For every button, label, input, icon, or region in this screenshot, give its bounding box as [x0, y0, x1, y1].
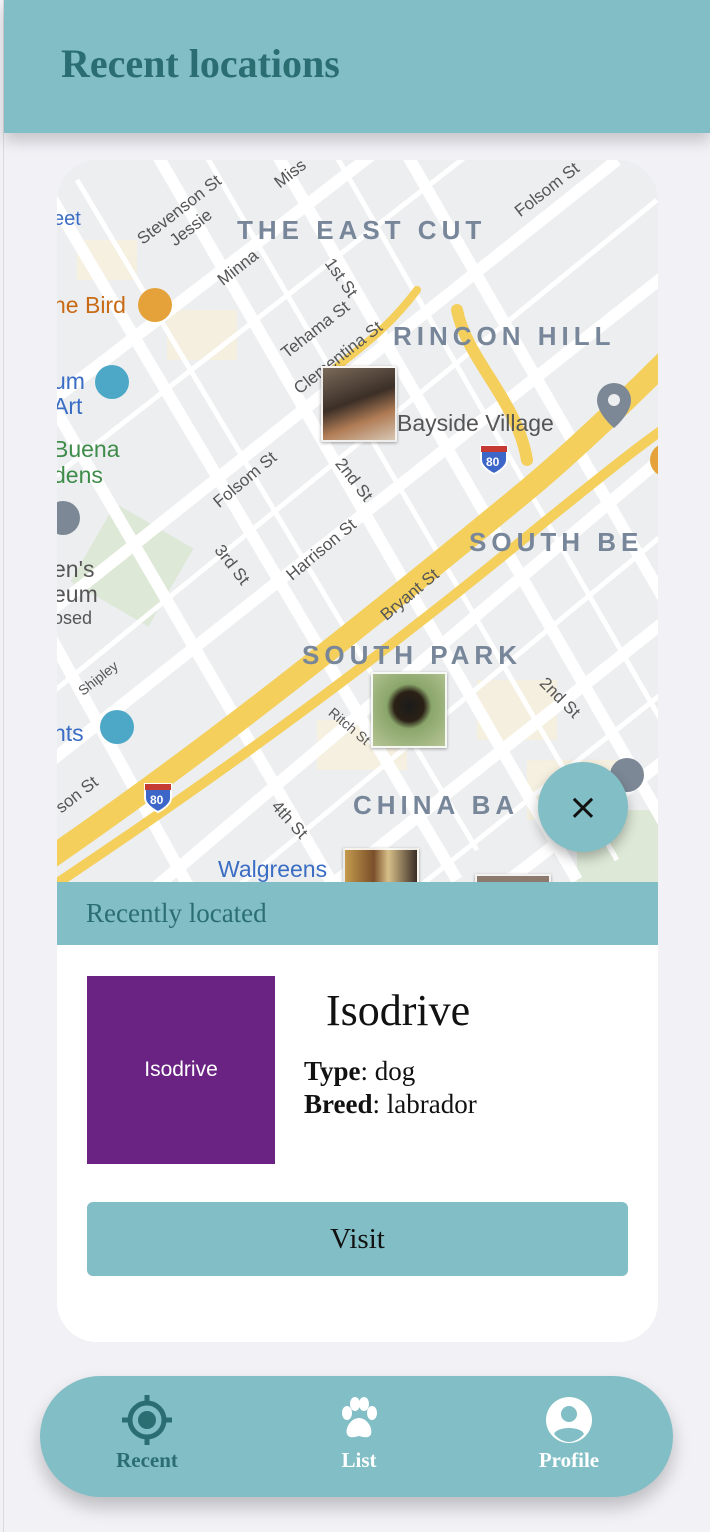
poi-label: dens — [57, 462, 103, 488]
nav-label: List — [341, 1448, 377, 1472]
pet-type-line: Type: dog — [304, 1056, 415, 1087]
poi-label: Walgreens — [218, 856, 328, 882]
pet-type-label: Type — [304, 1056, 361, 1086]
poi-label: um — [57, 368, 85, 394]
highway-shield-label: 80 — [486, 455, 500, 469]
pet-location-marker[interactable] — [475, 874, 551, 882]
pet-thumbnail-text: Isodrive — [144, 1058, 218, 1081]
nav-item-recent[interactable]: Recent — [77, 1394, 217, 1484]
pet-breed-line: Breed: labrador — [304, 1089, 477, 1120]
poi-label: osed — [57, 608, 93, 628]
nav-label: Recent — [116, 1448, 178, 1472]
account-circle-icon — [546, 1397, 592, 1443]
district-label: RINCON HILL — [393, 321, 616, 351]
crosshair-icon — [122, 1395, 172, 1445]
district-label: THE EAST CUT — [237, 215, 487, 245]
map-card: 80 80 THE EAST CUT RINCON HILL SOUTH BE … — [57, 160, 658, 1342]
pet-breed-label: Breed — [304, 1089, 373, 1119]
nav-label: Profile — [538, 1448, 600, 1472]
app-header: Recent locations — [4, 0, 710, 133]
district-label: SOUTH PARK — [302, 640, 522, 670]
left-edge-rule — [3, 0, 4, 1532]
sheet-header-label: Recently located — [86, 898, 267, 928]
poi-label: en's — [57, 556, 95, 582]
visit-button[interactable]: Visit — [87, 1202, 628, 1276]
pet-location-marker[interactable] — [343, 848, 419, 882]
poi-label: Art — [57, 393, 83, 419]
close-icon: × — [567, 786, 599, 828]
poi-label: Buena — [57, 436, 120, 462]
poi-label: eum — [57, 581, 98, 607]
pet-thumbnail: Isodrive — [87, 976, 275, 1164]
district-label: SOUTH BE — [469, 527, 644, 557]
poi-label: he Bird — [57, 292, 126, 318]
district-label: CHINA BA — [353, 790, 520, 820]
paw-icon — [342, 1397, 377, 1438]
nav-item-list[interactable]: List — [289, 1394, 429, 1484]
pet-type-value: : dog — [360, 1056, 416, 1086]
pet-location-marker[interactable] — [371, 672, 447, 748]
poi-label: eet — [57, 208, 81, 230]
pet-location-marker[interactable] — [321, 366, 397, 442]
poi-label: Bayside Village — [397, 410, 554, 436]
svg-text:80: 80 — [150, 793, 164, 807]
close-button[interactable]: × — [538, 762, 628, 852]
bottom-nav: Recent List Profile — [40, 1376, 673, 1497]
pet-detail-card: Isodrive Isodrive Type: dog Breed: labra… — [57, 945, 658, 1342]
page-title: Recent locations — [61, 41, 340, 86]
pet-breed-value: : labrador — [372, 1089, 477, 1119]
sheet-header: Recently located — [57, 882, 658, 945]
poi-label: nts — [57, 720, 84, 746]
pet-name: Isodrive — [326, 986, 471, 1035]
nav-item-profile[interactable]: Profile — [499, 1394, 639, 1484]
